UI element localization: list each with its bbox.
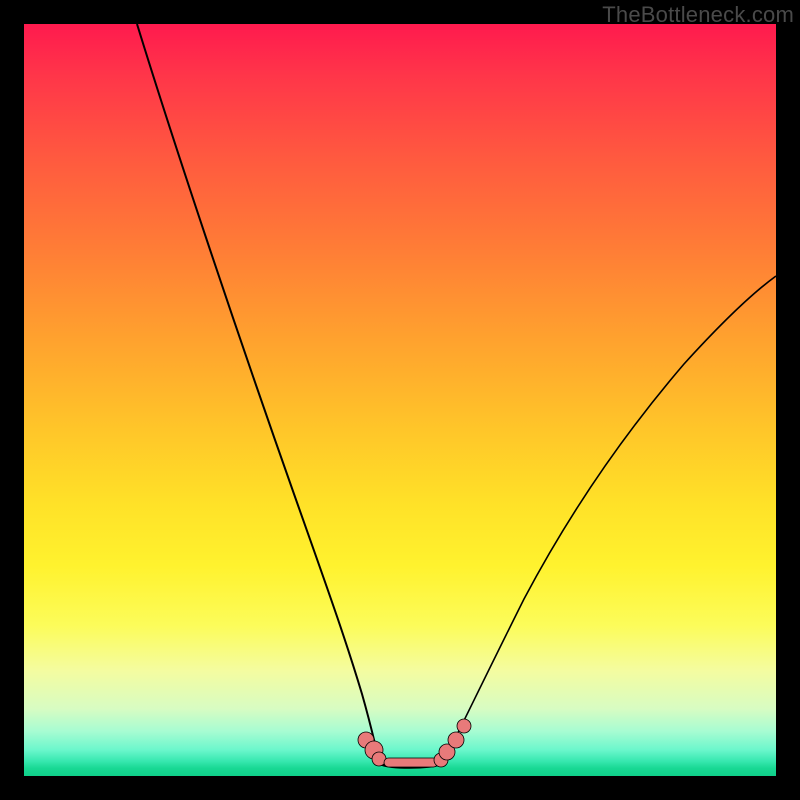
bottleneck-curve-plot: [24, 24, 776, 776]
left-curve: [137, 24, 380, 764]
watermark-text: TheBottleneck.com: [602, 2, 794, 28]
right-curve: [442, 276, 776, 764]
trough-markers: [358, 719, 471, 767]
chart-frame: [24, 24, 776, 776]
